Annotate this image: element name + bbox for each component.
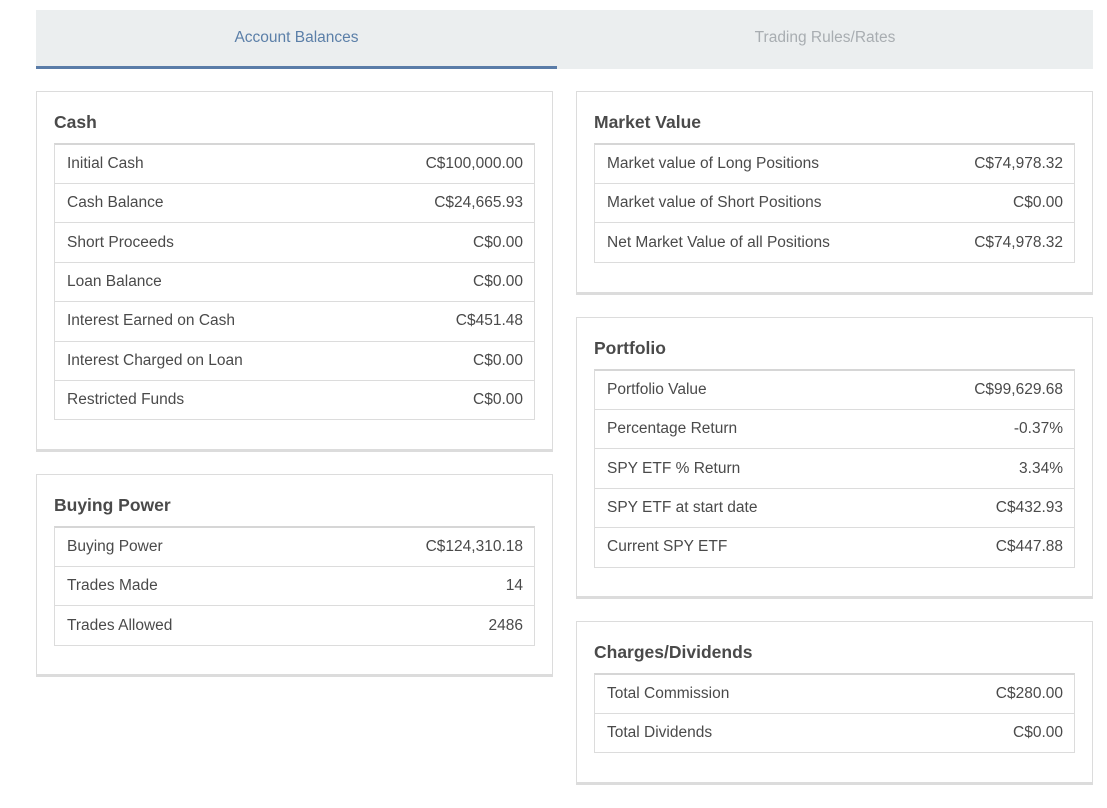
row-label: Interest Charged on Loan: [67, 351, 243, 369]
row-label: Total Dividends: [607, 724, 713, 742]
table-row: Current SPY ETF C$447.88: [595, 527, 1074, 566]
table-row: Market value of Short Positions C$0.00: [595, 183, 1074, 222]
row-value: C$100,000.00: [425, 155, 523, 172]
row-label: Total Commission: [607, 685, 730, 702]
row-label: SPY ETF at start date: [607, 498, 758, 516]
row-value: C$447.88: [995, 538, 1063, 556]
portfolio-table: Portfolio Value C$99,629.68 Percentage Re…: [594, 369, 1075, 568]
row-value: C$124,310.18: [425, 538, 523, 555]
row-label: Trades Made: [67, 577, 158, 595]
row-value: C$0.00: [473, 391, 523, 409]
row-value: C$74,978.32: [974, 233, 1063, 251]
charges-dividends-card: Charges/Dividends Total Commission C$280.…: [576, 621, 1093, 785]
row-value: C$280.00: [995, 685, 1063, 702]
market-value-table: Market value of Long Positions C$74,978.3…: [594, 143, 1075, 263]
row-value: -0.37%: [1013, 420, 1063, 438]
row-label: Cash Balance: [67, 194, 164, 212]
table-row: Trades Made 14: [55, 566, 534, 605]
table-row: Market value of Long Positions C$74,978.3…: [595, 145, 1074, 183]
table-row: Trades Allowed 2486: [55, 605, 534, 644]
table-row: Cash Balance C$24,665.93: [55, 183, 534, 222]
row-value: C$451.48: [455, 312, 523, 330]
row-value: C$99,629.68: [974, 381, 1063, 398]
cash-card: Cash Initial Cash C$100,000.00 Cash Balan…: [36, 91, 553, 452]
table-row: Restricted Funds C$0.00: [55, 379, 534, 419]
row-label: Initial Cash: [67, 155, 144, 172]
tab-bar: Account Balances Trading Rules/Rates: [36, 10, 1093, 69]
portfolio-title: Portfolio: [594, 338, 666, 358]
row-label: Interest Earned on Cash: [67, 312, 236, 330]
row-value: C$0.00: [473, 351, 523, 369]
row-label: Buying Power: [67, 538, 163, 555]
market-value-card: Market Value Market value of Long Positi…: [576, 91, 1093, 295]
charges-dividends-title: Charges/Dividends: [594, 642, 753, 662]
tab-trading-rules-rates[interactable]: Trading Rules/Rates: [557, 10, 1093, 69]
row-value: 14: [505, 577, 523, 595]
row-value: C$0.00: [473, 272, 523, 290]
row-value: C$0.00: [1013, 194, 1063, 212]
row-label: Percentage Return: [607, 420, 738, 438]
row-value: 2486: [488, 616, 523, 634]
charges-dividends-table: Total Commission C$280.00 Total Dividends…: [594, 673, 1075, 754]
table-row: Net Market Value of all Positions C$74,97…: [595, 222, 1074, 261]
table-row: Percentage Return -0.37%: [595, 409, 1074, 448]
row-label: Trades Allowed: [67, 616, 173, 634]
row-label: Current SPY ETF: [607, 538, 728, 556]
market-value-title: Market Value: [594, 112, 701, 132]
table-row: Buying Power C$124,310.18: [55, 528, 534, 566]
table-row: Total Commission C$280.00: [595, 675, 1074, 713]
table-row: Initial Cash C$100,000.00: [55, 145, 534, 183]
table-row: SPY ETF % Return 3.34%: [595, 448, 1074, 487]
table-row: Interest Charged on Loan C$0.00: [55, 340, 534, 380]
portfolio-card: Portfolio Portfolio Value C$99,629.68 Per…: [576, 317, 1093, 599]
table-row: Interest Earned on Cash C$451.48: [55, 301, 534, 340]
row-label: Portfolio Value: [607, 381, 707, 398]
row-value: 3.34%: [1019, 459, 1063, 477]
row-label: Market value of Long Positions: [607, 155, 819, 172]
row-label: SPY ETF % Return: [607, 459, 741, 477]
row-value: C$24,665.93: [434, 194, 523, 212]
table-row: Loan Balance C$0.00: [55, 261, 534, 301]
row-value: C$432.93: [995, 498, 1063, 516]
tab-account-balances[interactable]: Account Balances: [36, 10, 557, 69]
buying-power-card: Buying Power Buying Power C$124,310.18 Tr…: [36, 474, 553, 677]
row-label: Net Market Value of all Positions: [607, 233, 830, 251]
buying-power-table: Buying Power C$124,310.18 Trades Made 14 T…: [54, 526, 535, 646]
table-row: Short Proceeds C$0.00: [55, 222, 534, 261]
table-row: Portfolio Value C$99,629.68: [595, 371, 1074, 409]
row-value: C$0.00: [1013, 724, 1063, 742]
row-label: Short Proceeds: [67, 233, 174, 251]
buying-power-title: Buying Power: [54, 495, 171, 515]
row-value: C$0.00: [473, 233, 523, 251]
row-value: C$74,978.32: [974, 155, 1063, 172]
row-label: Loan Balance: [67, 272, 162, 290]
table-row: SPY ETF at start date C$432.93: [595, 487, 1074, 527]
row-label: Market value of Short Positions: [607, 194, 822, 212]
cash-table: Initial Cash C$100,000.00 Cash Balance C$2…: [54, 143, 535, 421]
row-label: Restricted Funds: [67, 391, 185, 409]
cash-title: Cash: [54, 112, 97, 132]
table-row: Total Dividends C$0.00: [595, 713, 1074, 752]
